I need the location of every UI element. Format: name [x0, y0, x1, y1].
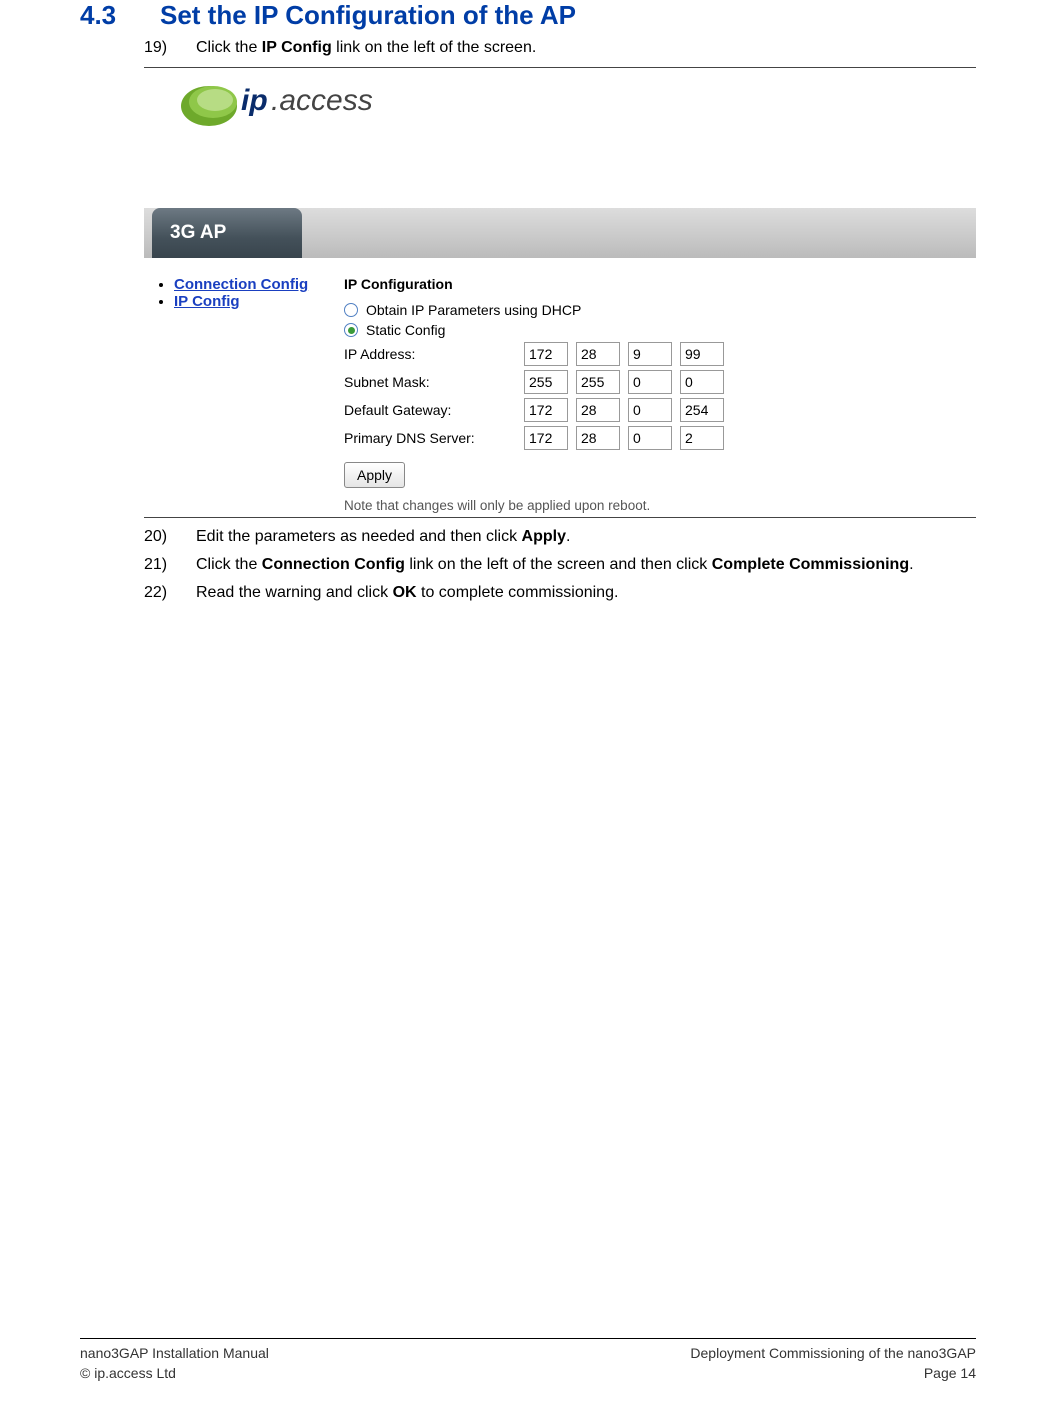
radio-dhcp-label: Obtain IP Parameters using DHCP: [366, 302, 581, 318]
gateway-oct-4[interactable]: [680, 398, 724, 422]
step-text: Click the IP Config link on the left of …: [196, 39, 976, 57]
dns-oct-3[interactable]: [628, 426, 672, 450]
section-title: Set the IP Configuration of the AP: [160, 0, 576, 30]
ipaddr-oct-3[interactable]: [628, 342, 672, 366]
step-text: Read the warning and click OK to complet…: [196, 584, 976, 602]
radio-dot-icon: [348, 327, 355, 334]
section-heading: 4.3Set the IP Configuration of the AP: [80, 0, 976, 31]
subnet-label: Subnet Mask:: [344, 374, 524, 390]
footer-chapter: Deployment Commissioning of the nano3GAP: [690, 1345, 976, 1361]
ipaddr-oct-2[interactable]: [576, 342, 620, 366]
form-legend: IP Configuration: [344, 276, 976, 292]
tab-3gap[interactable]: 3G AP: [152, 208, 302, 258]
sidebar-item-ipconfig[interactable]: IP Config: [174, 293, 334, 310]
step-text: Click the Connection Config link on the …: [196, 556, 976, 574]
ss-header: ip .access 3G AP: [144, 68, 976, 258]
step-number: 19): [144, 39, 196, 57]
subnet-oct-1[interactable]: [524, 370, 568, 394]
logo-ip-text: ip: [241, 84, 268, 117]
dns-oct-4[interactable]: [680, 426, 724, 450]
footer-page-number: Page 14: [690, 1365, 976, 1381]
tab-bar: 3G AP: [144, 208, 976, 258]
step-20: 20) Edit the parameters as needed and th…: [144, 528, 976, 546]
connection-config-link[interactable]: Connection Config: [174, 276, 308, 293]
apply-button[interactable]: Apply: [344, 462, 405, 488]
gateway-oct-2[interactable]: [576, 398, 620, 422]
page-footer: nano3GAP Installation Manual © ip.access…: [80, 1338, 976, 1381]
subnet-oct-2[interactable]: [576, 370, 620, 394]
ip-config-form: IP Configuration Obtain IP Parameters us…: [344, 276, 976, 513]
sidebar: Connection Config IP Config: [144, 276, 334, 513]
logo-access-text: .access: [271, 84, 373, 117]
gateway-oct-3[interactable]: [628, 398, 672, 422]
dns-oct-2[interactable]: [576, 426, 620, 450]
ipaddress-label: IP Address:: [344, 346, 524, 362]
ipaddr-oct-4[interactable]: [680, 342, 724, 366]
radio-static[interactable]: [344, 323, 358, 337]
ip-config-link[interactable]: IP Config: [174, 293, 240, 310]
apply-note: Note that changes will only be applied u…: [344, 498, 976, 513]
dns-oct-1[interactable]: [524, 426, 568, 450]
footer-manual-title: nano3GAP Installation Manual: [80, 1345, 269, 1361]
ipaddr-oct-1[interactable]: [524, 342, 568, 366]
footer-left: nano3GAP Installation Manual © ip.access…: [80, 1345, 269, 1381]
radio-dhcp-row[interactable]: Obtain IP Parameters using DHCP: [344, 302, 976, 318]
subnet-oct-3[interactable]: [628, 370, 672, 394]
radio-static-label: Static Config: [366, 322, 445, 338]
row-subnet: Subnet Mask:: [344, 370, 976, 394]
step-number: 22): [144, 584, 196, 602]
embedded-screenshot: ip .access 3G AP Connection Config IP Co…: [144, 67, 976, 518]
gateway-label: Default Gateway:: [344, 402, 524, 418]
row-dns: Primary DNS Server:: [344, 426, 976, 450]
section-number: 4.3: [80, 0, 160, 31]
step-19: 19) Click the IP Config link on the left…: [144, 39, 976, 57]
row-ipaddress: IP Address:: [344, 342, 976, 366]
step-22: 22) Read the warning and click OK to com…: [144, 584, 976, 602]
subnet-oct-4[interactable]: [680, 370, 724, 394]
footer-copyright: © ip.access Ltd: [80, 1365, 269, 1381]
row-gateway: Default Gateway:: [344, 398, 976, 422]
radio-static-row[interactable]: Static Config: [344, 322, 976, 338]
footer-right: Deployment Commissioning of the nano3GAP…: [690, 1345, 976, 1381]
dns-label: Primary DNS Server:: [344, 430, 524, 446]
step-21: 21) Click the Connection Config link on …: [144, 556, 976, 574]
step-text: Edit the parameters as needed and then c…: [196, 528, 976, 546]
sidebar-item-connection[interactable]: Connection Config: [174, 276, 334, 293]
radio-dhcp[interactable]: [344, 303, 358, 317]
logo: ip .access: [179, 68, 399, 141]
step-number: 21): [144, 556, 196, 574]
step-number: 20): [144, 528, 196, 546]
gateway-oct-1[interactable]: [524, 398, 568, 422]
